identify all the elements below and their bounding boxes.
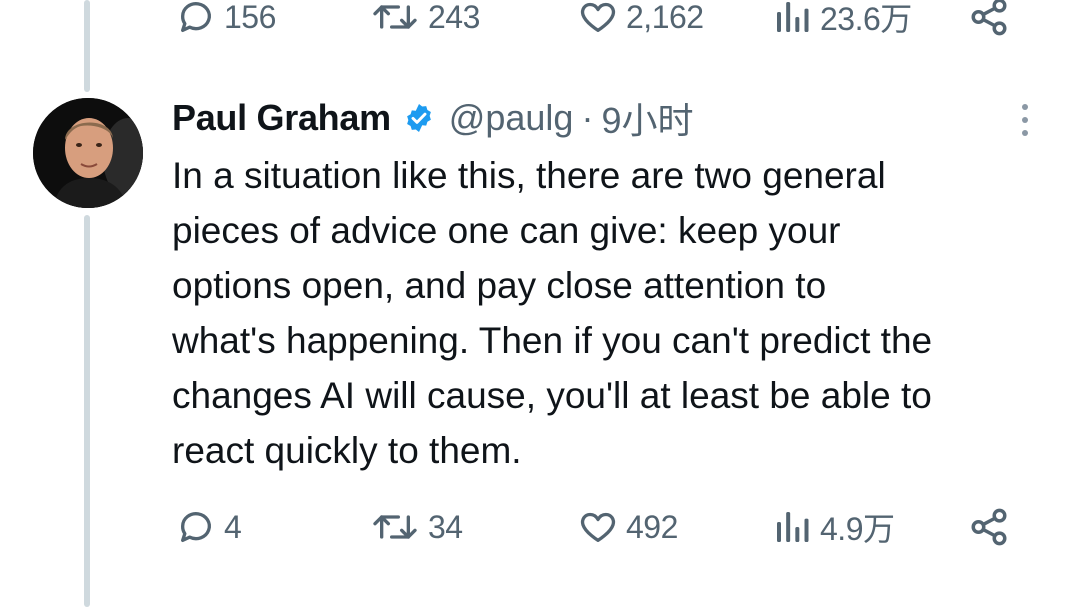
- tweet-text-line: pieces of advice one can give: keep your: [172, 210, 841, 251]
- views-button[interactable]: 23.6万: [772, 0, 912, 42]
- tweet-action-bar: 4 34 492 4.9万: [0, 502, 1080, 552]
- more-options-button[interactable]: [1010, 98, 1040, 142]
- views-button[interactable]: 4.9万: [772, 502, 895, 552]
- tweet-text-line: changes AI will cause, you'll at least b…: [172, 375, 932, 416]
- heart-icon: [578, 0, 618, 37]
- views-count: 4.9万: [820, 511, 895, 547]
- speech-bubble-icon: [176, 0, 216, 37]
- avatar-photo: [33, 98, 143, 208]
- like-count: 492: [626, 508, 678, 545]
- previous-tweet-action-bar: 156 243 2,162 23.6万: [0, 0, 1080, 42]
- retweet-count: 34: [428, 508, 463, 545]
- bar-chart-icon: [772, 507, 812, 547]
- share-button[interactable]: [968, 502, 1010, 552]
- tweet-text: In a situation like this, there are two …: [172, 148, 1062, 478]
- bar-chart-icon: [772, 0, 812, 37]
- like-button[interactable]: 492: [578, 502, 678, 552]
- author-name[interactable]: Paul Graham: [172, 97, 391, 139]
- vertical-ellipsis-icon: [1022, 104, 1028, 136]
- verified-badge-icon: [403, 102, 435, 134]
- reply-button[interactable]: 4: [176, 502, 242, 552]
- avatar[interactable]: [33, 98, 143, 208]
- tweet-text-line: react quickly to them.: [172, 430, 522, 471]
- retweet-button[interactable]: 243: [370, 0, 480, 42]
- reply-count: 4: [224, 508, 242, 545]
- views-count: 23.6万: [820, 1, 912, 37]
- share-nodes-icon: [968, 506, 1010, 548]
- reply-button[interactable]: 156: [176, 0, 276, 42]
- tweet-text-line: In a situation like this, there are two …: [172, 155, 886, 196]
- tweet-timestamp[interactable]: 9小时: [601, 92, 693, 144]
- tweet-text-line: what's happening. Then if you can't pred…: [172, 320, 933, 361]
- author-handle[interactable]: @paulg: [449, 97, 574, 139]
- retweet-count: 243: [428, 0, 480, 35]
- retweet-arrows-icon: [370, 0, 420, 37]
- tweet-header: Paul Graham @paulg · 9小时: [172, 96, 693, 141]
- share-nodes-icon: [968, 0, 1010, 38]
- speech-bubble-icon: [176, 507, 216, 547]
- share-button[interactable]: [968, 0, 1010, 42]
- reply-count: 156: [224, 0, 276, 35]
- retweet-button[interactable]: 34: [370, 502, 463, 552]
- like-button[interactable]: 2,162: [578, 0, 704, 42]
- separator-dot: ·: [581, 97, 594, 138]
- heart-icon: [578, 507, 618, 547]
- tweet-text-line: options open, and pay close attention to: [172, 265, 827, 306]
- retweet-arrows-icon: [370, 507, 420, 547]
- like-count: 2,162: [626, 0, 704, 35]
